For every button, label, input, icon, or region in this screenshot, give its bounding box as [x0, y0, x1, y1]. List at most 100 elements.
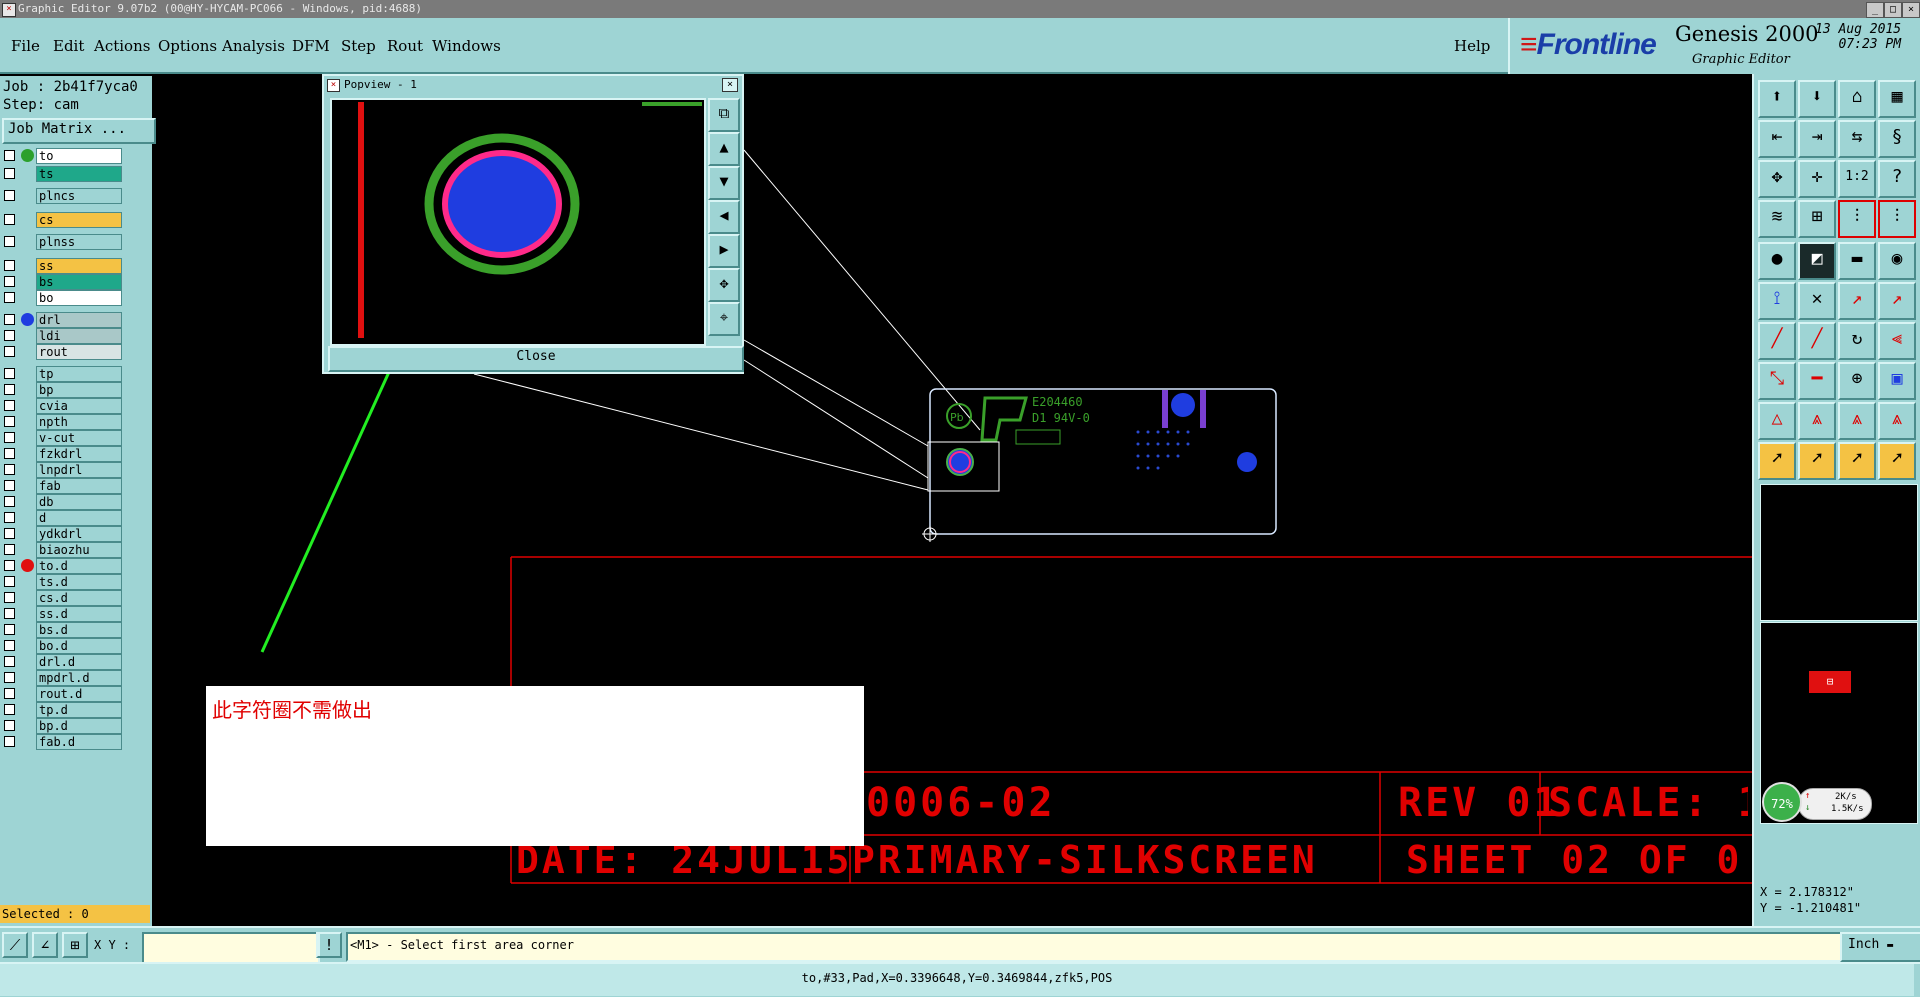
- pan-left-icon[interactable]: ⇤: [1758, 120, 1796, 158]
- slot-right[interactable]: [1200, 390, 1206, 428]
- triangle-3-icon[interactable]: ⩓: [1838, 402, 1876, 440]
- annotation-note: 此字符圈不需做出: [206, 686, 864, 846]
- popview-leader-line: [743, 339, 929, 447]
- select-polygon-icon[interactable]: ➚: [1838, 442, 1876, 480]
- triangle-1-icon[interactable]: △: [1758, 402, 1796, 440]
- download-speed: 1.5K/s: [1831, 804, 1864, 814]
- coordinate-readout: X = 2.178312" Y = -1.210481": [1758, 884, 1920, 920]
- y-coordinate: Y = -1.210481": [1760, 901, 1862, 915]
- download-icon: ↓: [1805, 803, 1811, 813]
- popview-center-button[interactable]: ⌖: [708, 302, 740, 336]
- command-prompt: <M1> - Select first area corner: [346, 932, 1842, 962]
- snap-icon[interactable]: §: [1878, 120, 1916, 158]
- measure-icon[interactable]: ⫶: [1838, 200, 1876, 238]
- network-speed-pill: ↑ ↓ 2K/s 1.5K/s: [1798, 788, 1872, 820]
- overview-pane[interactable]: [1760, 484, 1918, 621]
- board-profile[interactable]: [929, 388, 1277, 535]
- popview-right-button[interactable]: ▶: [708, 234, 740, 268]
- align-icon[interactable]: ⊕: [1838, 362, 1876, 400]
- popview-down-button[interactable]: ▼: [708, 166, 740, 200]
- popview-silk-fragment: [642, 102, 702, 106]
- select-icon[interactable]: ➚: [1758, 442, 1796, 480]
- zoom-in-icon[interactable]: ⬆: [1758, 80, 1796, 118]
- add-text-icon[interactable]: ▬: [1838, 242, 1876, 280]
- triangle-4-icon[interactable]: ⩓: [1878, 402, 1916, 440]
- window-icon[interactable]: ▦: [1878, 80, 1916, 118]
- triangle-2-icon[interactable]: ⩓: [1798, 402, 1836, 440]
- network-percent: 72%: [1762, 782, 1802, 822]
- zoom-out-icon[interactable]: ⬇: [1798, 80, 1836, 118]
- popview-canvas[interactable]: [330, 98, 706, 346]
- title-sheet: SHEET 02 OF 0: [1406, 838, 1743, 882]
- select-net-icon[interactable]: ➚: [1878, 442, 1916, 480]
- add-circle-icon[interactable]: ◉: [1878, 242, 1916, 280]
- popview-leader-line: [743, 149, 981, 431]
- add-arc-icon[interactable]: ╱: [1798, 322, 1836, 360]
- popview-title: Popview - 1: [344, 78, 417, 91]
- select-area-icon[interactable]: ➚: [1798, 442, 1836, 480]
- mirror-icon[interactable]: ⫷: [1878, 322, 1916, 360]
- title-rev: REV 01: [1398, 780, 1561, 826]
- popview-up-button[interactable]: ▲: [708, 132, 740, 166]
- popview-title-bar[interactable]: × Popview - 1 ×: [324, 76, 742, 94]
- cut-line-icon[interactable]: ━: [1798, 362, 1836, 400]
- move-icon[interactable]: ↗: [1838, 282, 1876, 320]
- popview-left-button[interactable]: ◀: [708, 200, 740, 234]
- units-value: Inch: [1848, 937, 1880, 952]
- scale-1-2-icon[interactable]: 1:2: [1838, 160, 1876, 198]
- popview-zoom-button[interactable]: ⧉: [708, 98, 740, 132]
- add-pad-icon[interactable]: ●: [1758, 242, 1796, 280]
- status-text: to,#33,Pad,X=0.3396648,Y=0.3469844,zfk5,…: [0, 964, 1914, 996]
- upload-speed: 2K/s: [1835, 792, 1857, 802]
- xy-label: X Y :: [94, 938, 131, 952]
- snap-angle-icon[interactable]: ∠: [32, 932, 58, 958]
- popview-trace: [358, 102, 364, 338]
- help-icon[interactable]: ?: [1878, 160, 1916, 198]
- pan-right-icon[interactable]: ⇥: [1798, 120, 1836, 158]
- mounting-pad[interactable]: [1237, 452, 1257, 472]
- units-select[interactable]: Inch ▬: [1840, 932, 1920, 962]
- toolbox-panel: ⬆ ⬇ ⌂ ▦ ⇤ ⇥ ⇆ § ✥ ✛ 1:2 ? ≋ ⊞ ⫶ ⫶ ● ◩ ▬ …: [1752, 74, 1920, 926]
- popview-leader-line: [473, 373, 929, 491]
- copy-icon[interactable]: ↗: [1878, 282, 1916, 320]
- split-view-icon[interactable]: ⇆: [1838, 120, 1876, 158]
- popview-fit-button[interactable]: ✥: [708, 268, 740, 302]
- home-icon[interactable]: ⌂: [1838, 80, 1876, 118]
- popview-close-button[interactable]: Close: [328, 346, 744, 372]
- ul-text-line1: E204460: [1032, 395, 1083, 409]
- popview-close-icon[interactable]: ×: [722, 78, 738, 92]
- snap-center-icon[interactable]: ⊞: [62, 932, 88, 958]
- layer-settings-icon[interactable]: ≋: [1758, 200, 1796, 238]
- popview-leader-line: [743, 359, 929, 479]
- measure-alt-icon[interactable]: ⫶: [1878, 200, 1916, 238]
- command-bar: ⟋ ∠ ⊞ X Y : ! <M1> - Select first area c…: [0, 926, 1920, 964]
- popview-window[interactable]: × Popview - 1 × ⧉ ▲ ▼ ◀ ▶ ✥ ⌖ Close: [322, 74, 744, 374]
- annotation-text: 此字符圈不需做出: [212, 698, 372, 722]
- pb-symbol-text: Pb: [950, 411, 964, 424]
- pad-ring: [949, 451, 971, 473]
- xy-input[interactable]: [142, 932, 320, 964]
- delete-icon[interactable]: ✕: [1798, 282, 1836, 320]
- title-scale: SCALE: 1: [1548, 780, 1748, 826]
- popview-pad: [442, 150, 562, 258]
- preview-swatch-icon: ⊟: [1809, 671, 1851, 693]
- rotate-icon[interactable]: ↻: [1838, 322, 1876, 360]
- add-surface-icon[interactable]: ◩: [1798, 242, 1836, 280]
- slot-left[interactable]: [1162, 390, 1168, 428]
- title-layer-name: PRIMARY-SILKSCREEN: [852, 838, 1318, 882]
- large-pad[interactable]: [1171, 393, 1195, 417]
- network-meter: ↑ ↓ 2K/s 1.5K/s 72%: [1762, 782, 1874, 822]
- fit-window-icon[interactable]: ✥: [1758, 160, 1796, 198]
- resize-icon[interactable]: ⤡: [1758, 362, 1796, 400]
- info-icon[interactable]: !: [316, 932, 342, 958]
- attributes-icon[interactable]: ▣: [1878, 362, 1916, 400]
- ul-logo: [980, 396, 1028, 442]
- grid-icon[interactable]: ⊞: [1798, 200, 1836, 238]
- add-line-icon[interactable]: ╱: [1758, 322, 1796, 360]
- upload-icon: ↑: [1805, 791, 1811, 801]
- ul-text-line2: D1 94V-0: [1032, 411, 1090, 425]
- center-icon[interactable]: ✛: [1798, 160, 1836, 198]
- title-part-number: 0006-02: [866, 780, 1056, 826]
- add-polyline-icon[interactable]: ⟟: [1758, 282, 1796, 320]
- snap-grid-icon[interactable]: ⟋: [2, 932, 28, 958]
